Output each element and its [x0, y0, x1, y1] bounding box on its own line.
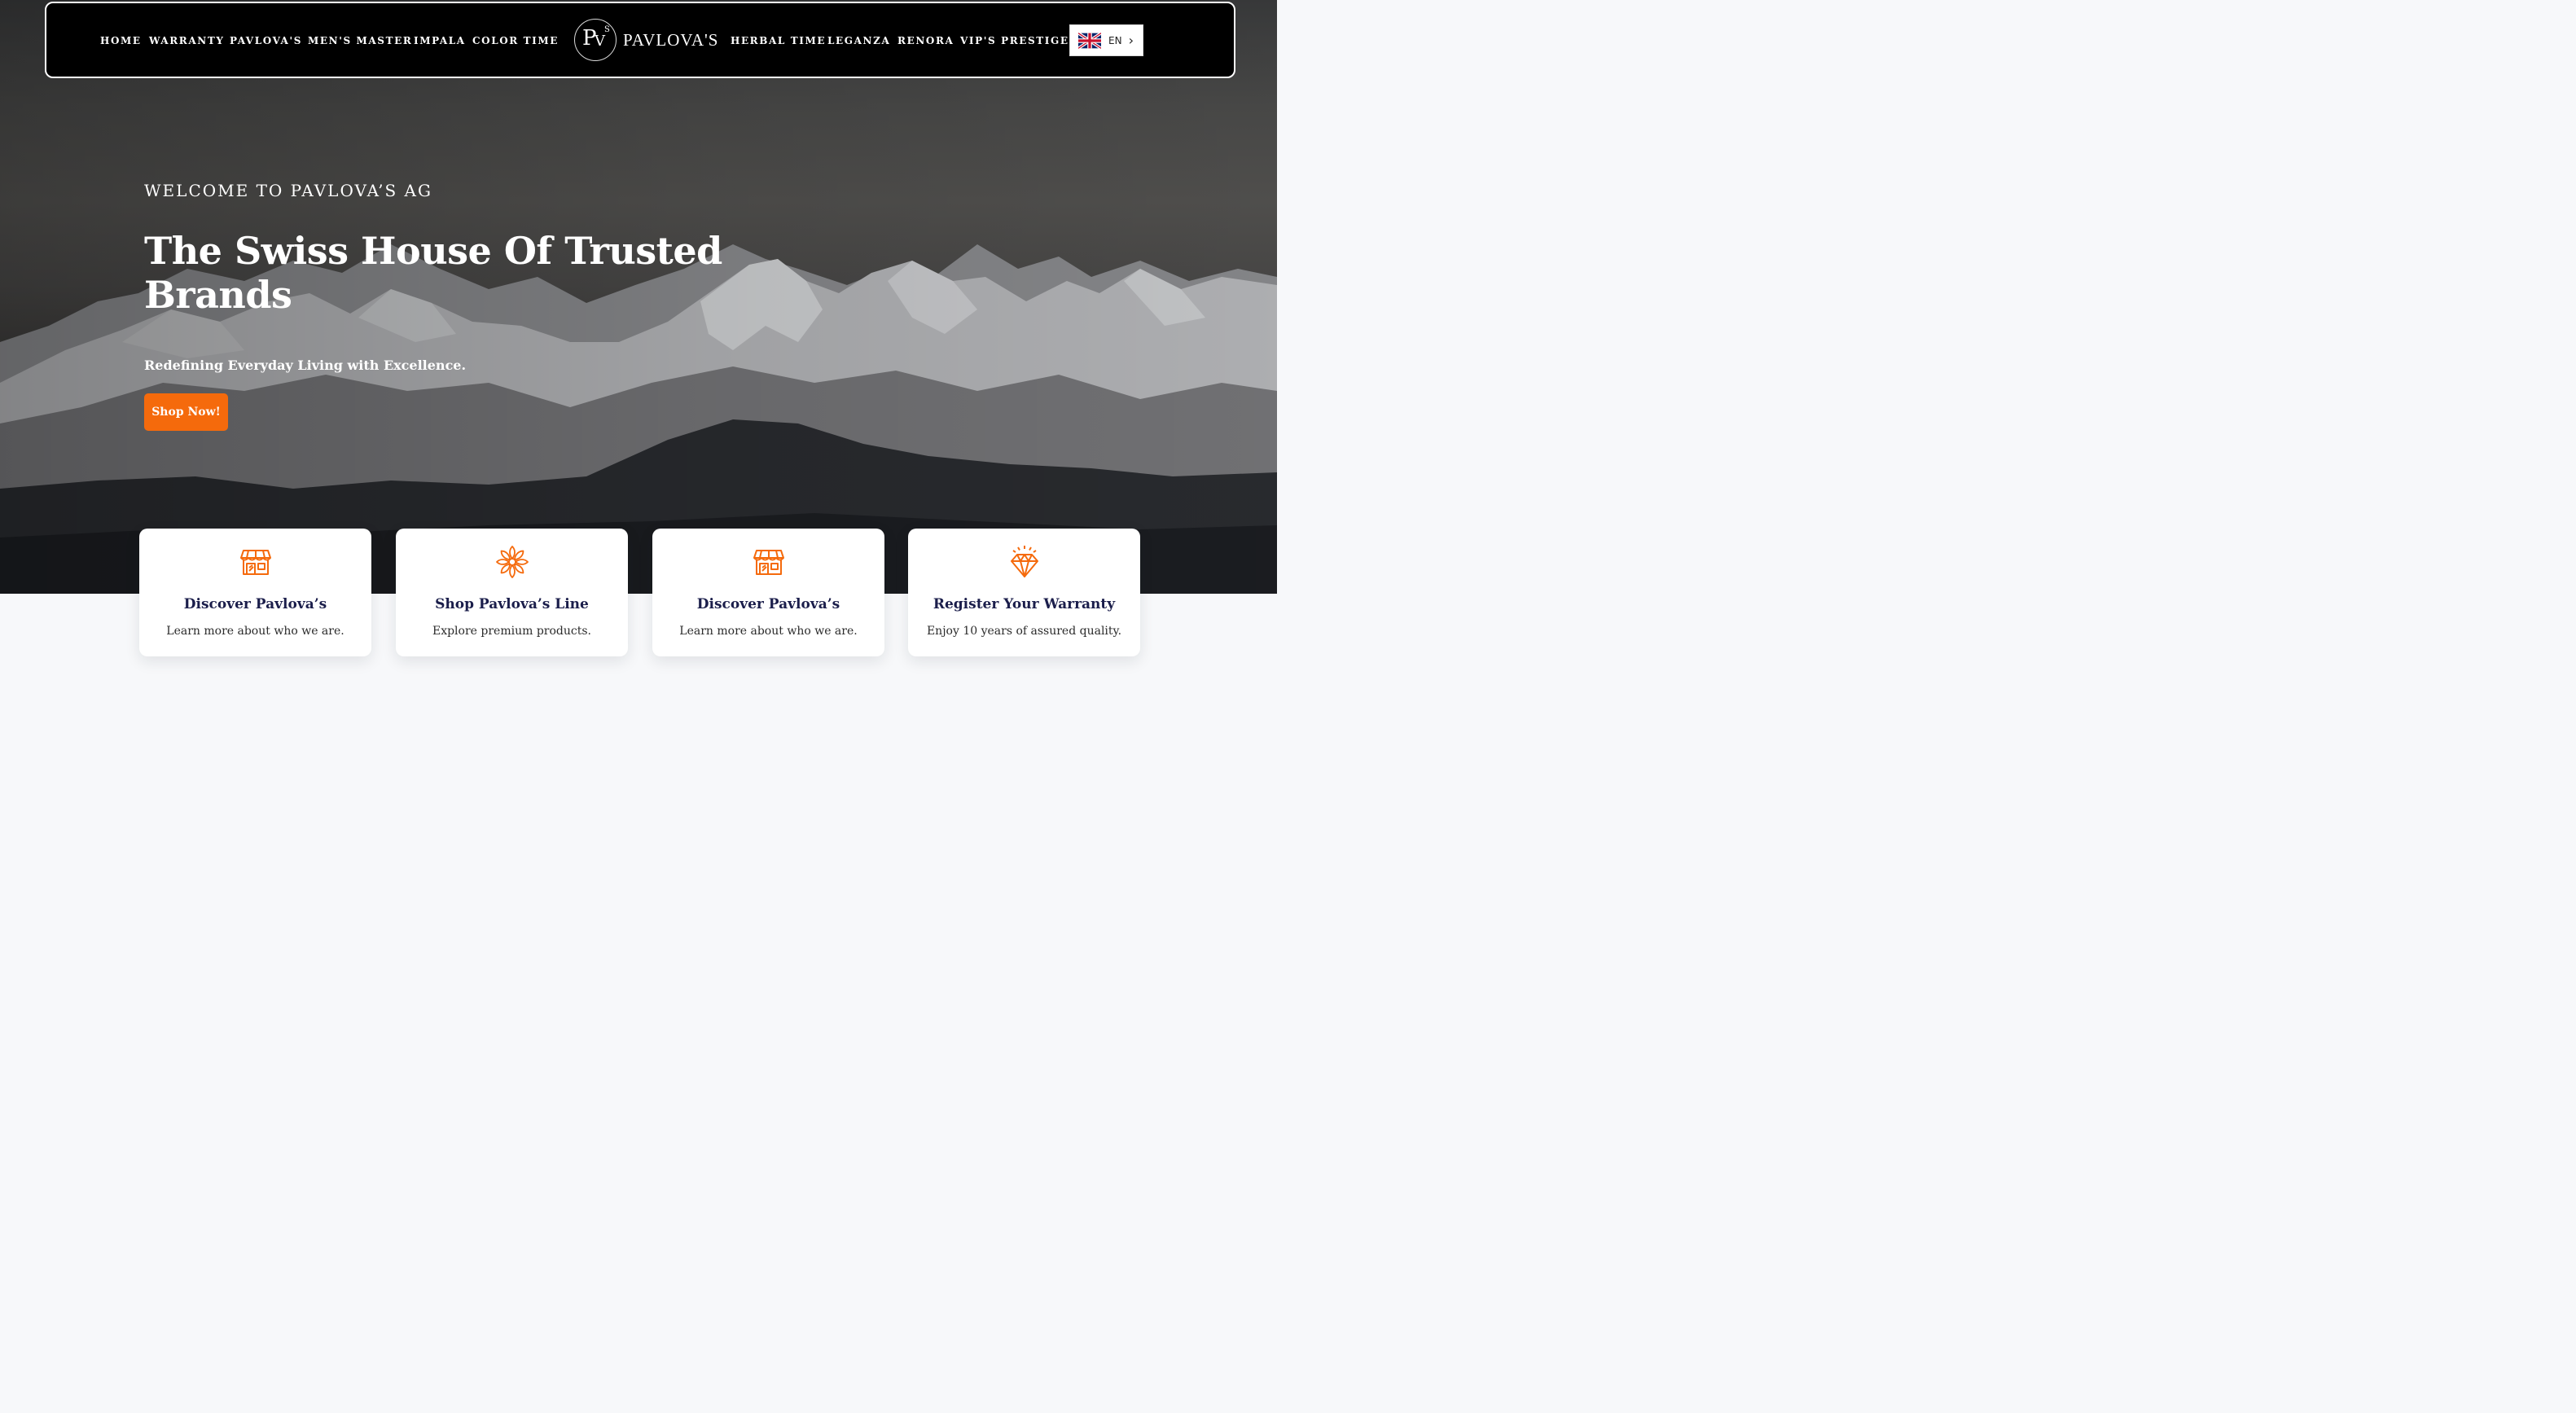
- site-logo[interactable]: PVS PAVLOVA'S: [574, 18, 718, 62]
- card-description: Learn more about who we are.: [166, 625, 344, 638]
- storefront-icon: [240, 550, 271, 575]
- language-code: EN: [1108, 34, 1122, 46]
- card-title: Register Your Warranty: [933, 596, 1116, 612]
- nav-link-renora[interactable]: RENORA: [897, 35, 954, 46]
- logo-monogram-icon: PVS: [574, 19, 617, 61]
- card-title: Shop Pavlova’s Line: [435, 596, 589, 612]
- card-description: Explore premium products.: [432, 625, 591, 638]
- diamond-icon: [1011, 546, 1038, 577]
- logo-text: PAVLOVA'S: [623, 29, 719, 50]
- hero-headline: The Swiss House Of Trusted Brands: [144, 229, 722, 317]
- nav-link-mens-master[interactable]: MEN'S MASTER: [308, 35, 412, 46]
- card-discover-pavlovas[interactable]: Discover Pavlova’s Learn more about who …: [139, 529, 371, 656]
- card-description: Enjoy 10 years of assured quality.: [926, 625, 1122, 638]
- nav-link-pavlovas[interactable]: PAVLOVA'S: [230, 35, 302, 46]
- hero-subline: Redefining Everyday Living with Excellen…: [144, 358, 467, 373]
- main-navbar: HOME WARRANTY PAVLOVA'S MEN'S MASTER IMP…: [45, 2, 1235, 78]
- nav-link-leganza[interactable]: LEGANZA: [827, 35, 890, 46]
- nav-link-color-time[interactable]: COLOR TIME: [472, 35, 559, 46]
- chevron-right-icon: ›: [1128, 32, 1134, 48]
- uk-flag-icon: [1078, 32, 1101, 49]
- nav-link-home[interactable]: HOME: [100, 35, 142, 46]
- language-selector[interactable]: EN ›: [1069, 24, 1143, 56]
- card-shop-pavlovas-line[interactable]: Shop Pavlova’s Line Explore premium prod…: [396, 529, 628, 656]
- nav-link-warranty[interactable]: WARRANTY: [149, 35, 225, 46]
- card-description: Learn more about who we are.: [679, 625, 858, 638]
- nav-link-herbal-time[interactable]: HERBAL TIME: [731, 35, 826, 46]
- nav-link-impala[interactable]: IMPALA: [414, 35, 466, 46]
- flower-icon: [496, 546, 529, 578]
- shop-now-button[interactable]: Shop Now!: [144, 393, 228, 431]
- card-title: Discover Pavlova’s: [183, 596, 327, 612]
- storefront-icon: [753, 550, 784, 575]
- hero-eyebrow: WELCOME TO PAVLOVA’S AG: [144, 181, 432, 200]
- nav-link-vips-prestige[interactable]: VIP'S PRESTIGE: [960, 35, 1069, 46]
- card-register-warranty[interactable]: Register Your Warranty Enjoy 10 years of…: [908, 529, 1140, 656]
- card-discover-pavlovas-2[interactable]: Discover Pavlova’s Learn more about who …: [652, 529, 884, 656]
- card-title: Discover Pavlova’s: [696, 596, 840, 612]
